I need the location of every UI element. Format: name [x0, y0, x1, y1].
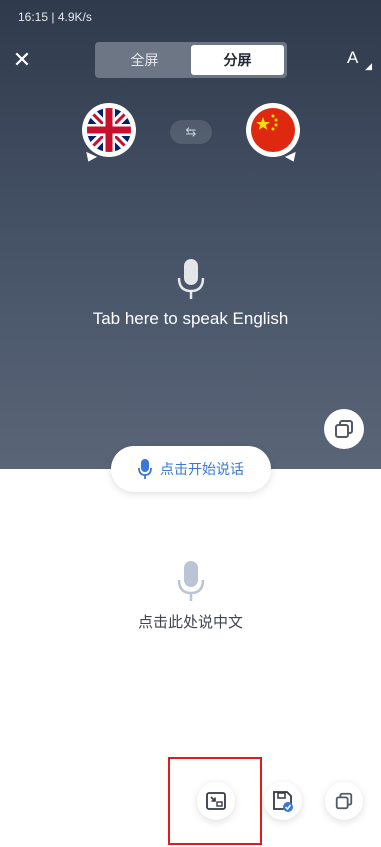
china-flag-icon [251, 108, 295, 152]
microphone-icon [138, 459, 152, 479]
font-size-button[interactable]: A ◢ [347, 48, 373, 74]
tab-splitscreen[interactable]: 分屏 [191, 45, 284, 75]
copy-button[interactable] [325, 782, 363, 820]
start-speaking-button[interactable]: 点击开始说话 [111, 446, 271, 492]
start-speaking-label: 点击开始说话 [160, 461, 244, 477]
save-button[interactable] [264, 782, 302, 820]
target-language-button[interactable] [246, 103, 300, 157]
uk-flag-icon [87, 108, 131, 152]
tab-fullscreen[interactable]: 全屏 [98, 45, 191, 75]
close-icon: ✕ [12, 47, 32, 72]
close-button[interactable]: ✕ [10, 48, 34, 72]
speak-english-prompt[interactable]: Tab here to speak English [0, 309, 381, 329]
source-language-button[interactable] [82, 103, 136, 157]
copy-icon [335, 792, 353, 810]
highlight-box [168, 757, 262, 845]
copy-icon [335, 420, 353, 438]
speak-chinese-prompt[interactable]: 点击此处说中文 [0, 611, 381, 632]
microphone-icon [177, 561, 205, 601]
status-bar: 16:15 | 4.9K/s [18, 10, 92, 24]
swap-arrows-icon: ⇆ [185, 124, 197, 139]
english-panel[interactable]: 16:15 | 4.9K/s ✕ 全屏 分屏 A ◢ ⇆ Tab here to… [0, 0, 381, 469]
swap-language-button[interactable]: ⇆ [170, 120, 212, 144]
microphone-icon [177, 259, 205, 299]
mode-toggle: 全屏 分屏 [95, 42, 287, 78]
copy-button[interactable] [324, 409, 364, 449]
save-icon [273, 791, 293, 812]
font-size-icon: A ◢ [347, 48, 372, 71]
